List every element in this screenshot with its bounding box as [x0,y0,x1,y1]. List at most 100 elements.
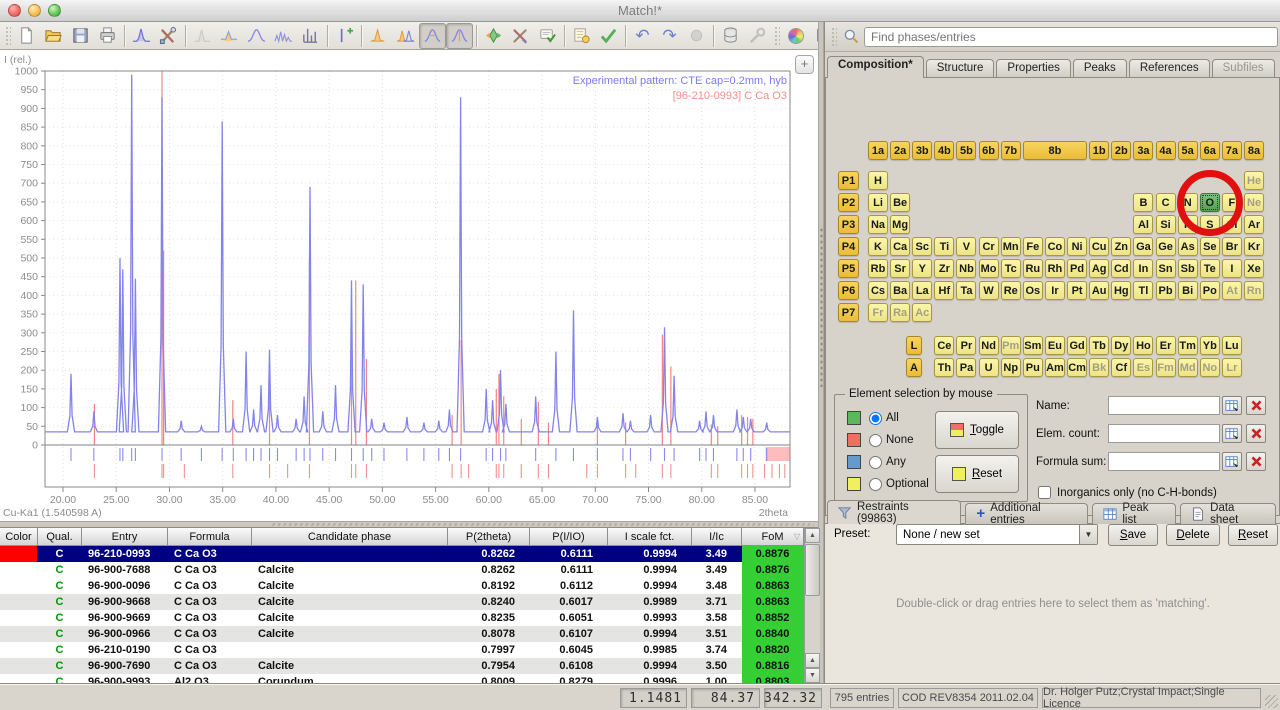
group-button-1b[interactable]: 1b [1089,141,1109,160]
element-hg[interactable]: Hg [1111,281,1131,300]
new-file-icon[interactable] [13,23,40,49]
element-er[interactable]: Er [1156,336,1176,355]
alpha2-strip-peaks-icon[interactable] [270,23,297,49]
match-phases-diamond-icon[interactable] [480,23,507,49]
element-fe[interactable]: Fe [1023,237,1043,256]
print-icon[interactable] [94,23,121,49]
actinides-button[interactable]: A [906,358,922,377]
element-pd[interactable]: Pd [1067,259,1087,278]
element-c[interactable]: C [1156,193,1176,212]
element-tl[interactable]: Tl [1133,281,1153,300]
element-po[interactable]: Po [1200,281,1220,300]
element-mo[interactable]: Mo [979,259,999,278]
element-ir[interactable]: Ir [1045,281,1065,300]
preset-save-button[interactable]: Save [1108,524,1158,546]
element-mn[interactable]: Mn [1001,237,1021,256]
scroll-up-button[interactable]: ▲ [805,528,820,543]
table-row-96-900-9993[interactable]: C96-900-9993Al2 O3Corundum0.80090.82790.… [0,674,820,683]
element-na[interactable]: Na [868,215,888,234]
element-w[interactable]: W [979,281,999,300]
tab-peaks[interactable]: Peaks [1073,59,1127,78]
tab-structure[interactable]: Structure [926,59,995,78]
group-button-7b[interactable]: 7b [1001,141,1021,160]
search-input[interactable] [864,27,1278,47]
element-sr[interactable]: Sr [890,259,910,278]
element-dy[interactable]: Dy [1111,336,1131,355]
element-tb[interactable]: Tb [1089,336,1109,355]
search-match-tools-icon[interactable] [507,23,534,49]
element-ag[interactable]: Ag [1089,259,1109,278]
element-au[interactable]: Au [1089,281,1109,300]
select-entry-badge-icon[interactable] [534,23,561,49]
element-la[interactable]: La [912,281,932,300]
column-header-piio[interactable]: P(I/IO) [530,528,608,546]
tab-properties[interactable]: Properties [996,59,1070,78]
lanthanides-button[interactable]: L [906,336,922,355]
peak-shape-icon[interactable] [446,23,473,49]
element-si[interactable]: Si [1156,215,1176,234]
group-button-3a[interactable]: 3a [1133,141,1153,160]
element-pb[interactable]: Pb [1156,281,1176,300]
element-in[interactable]: In [1133,259,1153,278]
column-header-entry[interactable]: Entry [82,528,168,546]
element-xe[interactable]: Xe [1244,259,1264,278]
table-row-96-900-9668[interactable]: C96-900-9668C Ca O3Calcite0.82400.60170.… [0,594,820,610]
name-clear-icon[interactable] [1246,396,1266,415]
table-row-96-900-7688[interactable]: C96-900-7688C Ca O3Calcite0.82620.61110.… [0,562,820,578]
period-button-p3[interactable]: P3 [838,215,859,234]
element-ta[interactable]: Ta [956,281,976,300]
preset-combobox[interactable]: None / new set ▼ [896,524,1098,545]
element-se[interactable]: Se [1200,237,1220,256]
group-button-4a[interactable]: 4a [1156,141,1176,160]
settings-wrench-icon[interactable] [744,23,771,49]
table-row-96-900-0096[interactable]: C96-900-0096C Ca O3Calcite0.81920.61120.… [0,578,820,594]
group-button-1a[interactable]: 1a [868,141,888,160]
element-zr[interactable]: Zr [934,259,954,278]
group-button-6b[interactable]: 6b [979,141,999,160]
element-ho[interactable]: Ho [1133,336,1153,355]
period-button-p4[interactable]: P4 [838,237,859,256]
element-ru[interactable]: Ru [1023,259,1043,278]
element-i[interactable]: I [1222,259,1242,278]
preset-reset-button[interactable]: Reset [1228,524,1278,546]
period-button-p5[interactable]: P5 [838,259,859,278]
period-button-p6[interactable]: P6 [838,281,859,300]
element-v[interactable]: V [956,237,976,256]
element-al[interactable]: Al [1133,215,1153,234]
element-bi[interactable]: Bi [1178,281,1198,300]
column-header-fom[interactable]: FoM▽ [742,528,804,546]
diffraction-chart[interactable]: 20.0025.0030.0035.0040.0045.0050.0055.00… [0,50,818,521]
element-te[interactable]: Te [1200,259,1220,278]
element-pr[interactable]: Pr [956,336,976,355]
horizontal-splitter[interactable] [0,521,818,528]
redo-icon[interactable]: ↷ [656,23,683,49]
element-co[interactable]: Co [1045,237,1065,256]
element-u[interactable]: U [979,358,999,377]
element-mg[interactable]: Mg [890,215,910,234]
elem-count-clear-icon[interactable] [1246,424,1266,443]
print-report-icon[interactable] [568,23,595,49]
inorganics-only-checkbox[interactable] [1038,486,1051,499]
smooth-peak-icon[interactable] [243,23,270,49]
table-row-96-210-0190[interactable]: C96-210-0190C Ca O30.79970.60450.99853.7… [0,642,820,658]
element-cr[interactable]: Cr [979,237,999,256]
element-k[interactable]: K [868,237,888,256]
elem-count-field[interactable] [1108,424,1220,443]
any-radio[interactable] [869,456,882,469]
element-zn[interactable]: Zn [1111,237,1131,256]
group-button-6a[interactable]: 6a [1200,141,1220,160]
element-gd[interactable]: Gd [1067,336,1087,355]
element-li[interactable]: Li [868,193,888,212]
color-wheel-icon[interactable] [782,23,809,49]
element-ni[interactable]: Ni [1067,237,1087,256]
group-button-8a[interactable]: 8a [1244,141,1264,160]
element-be[interactable]: Be [890,193,910,212]
table-row-96-900-0966[interactable]: C96-900-0966C Ca O3Calcite0.80780.61070.… [0,626,820,642]
group-button-5b[interactable]: 5b [956,141,976,160]
zoom-in-chart-button[interactable]: + [795,55,814,74]
open-file-icon[interactable] [40,23,67,49]
tab-references[interactable]: References [1129,59,1210,78]
undo-icon[interactable]: ↶ [629,23,656,49]
element-np[interactable]: Np [1001,358,1021,377]
column-header-qual[interactable]: Qual. [38,528,82,546]
